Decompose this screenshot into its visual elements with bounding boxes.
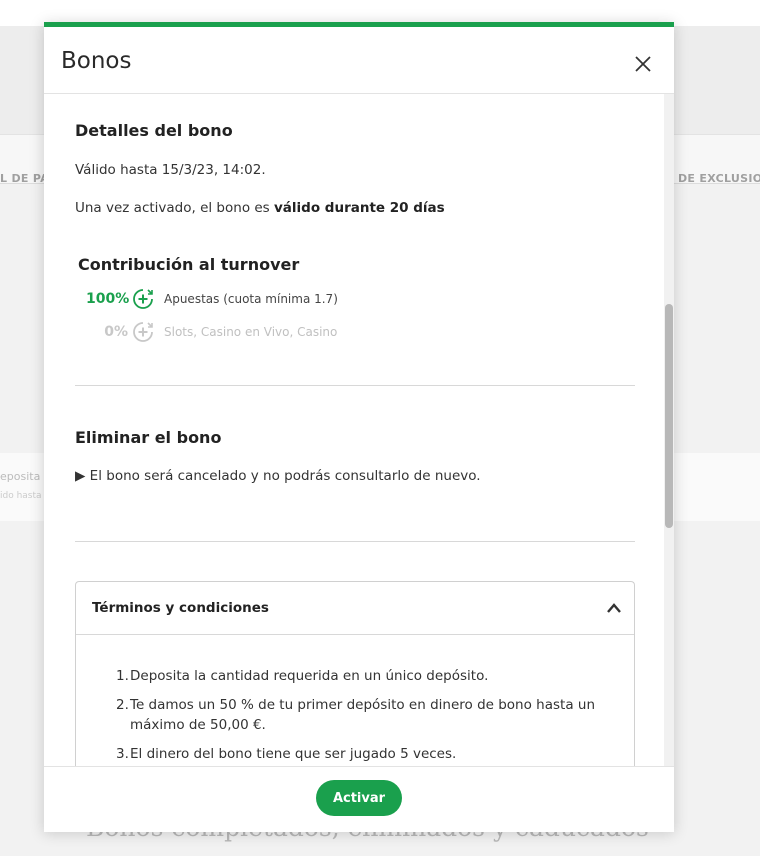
plus-circle-arrow-icon (133, 322, 153, 342)
terms-item-number: 2. (116, 697, 129, 713)
turnover-row-casino: 0% Slots, Casino en Vivo, Casino (86, 321, 337, 343)
activation-duration: válido durante 20 días (274, 200, 445, 216)
turnover-percent: 100% (86, 291, 130, 307)
terms-item: 3. El dinero del bono tiene que ser juga… (116, 744, 616, 764)
details-heading: Detalles del bono (75, 121, 233, 140)
chevron-up-icon (607, 603, 621, 613)
activation-prefix: Una vez activado, el bono es (75, 200, 274, 216)
bonus-modal: Bonos Detalles del bono Válido hasta 15/… (44, 22, 674, 832)
scrollbar-thumb[interactable] (665, 304, 673, 528)
modal-body: Detalles del bono Válido hasta 15/3/23, … (44, 94, 674, 766)
close-button[interactable] (632, 53, 654, 75)
section-divider (75, 541, 635, 542)
modal-title: Bonos (61, 48, 132, 74)
background-tab-right: DE EXCLUSIO (678, 172, 760, 185)
terms-accordion-header[interactable]: Términos y condiciones (76, 582, 634, 635)
terms-item: 2. Te damos un 50 % de tu primer depósit… (116, 695, 616, 735)
terms-list: 1. Deposita la cantidad requerida en un … (116, 666, 616, 766)
terms-item-text: Te damos un 50 % de tu primer depósito e… (130, 697, 595, 733)
modal-header: Bonos (44, 27, 674, 94)
plus-circle-arrow-icon (133, 289, 153, 309)
terms-item-number: 3. (116, 746, 129, 762)
terms-item-number: 1. (116, 668, 129, 684)
turnover-row-sports: 100% Apuestas (cuota mínima 1.7) (86, 288, 338, 310)
remove-bonus-toggle[interactable]: ▶ El bono será cancelado y no podrás con… (75, 468, 481, 484)
valid-until-text: Válido hasta 15/3/23, 14:02. (75, 162, 266, 178)
terms-item-text: Deposita la cantidad requerida en un úni… (130, 668, 489, 684)
section-divider (75, 385, 635, 386)
close-icon (635, 56, 651, 72)
turnover-heading: Contribución al turnover (78, 255, 300, 274)
turnover-percent: 0% (104, 324, 128, 340)
modal-footer: Activar (44, 766, 674, 832)
activation-validity-text: Una vez activado, el bono es válido dura… (75, 200, 445, 216)
terms-accordion: Términos y condiciones 1. Deposita la ca… (75, 581, 635, 766)
terms-item: 1. Deposita la cantidad requerida en un … (116, 666, 616, 686)
background-card-subtitle: ido hasta (0, 491, 42, 501)
terms-item-text: El dinero del bono tiene que ser jugado … (130, 746, 457, 762)
turnover-label: Apuestas (cuota mínima 1.7) (164, 292, 338, 306)
activate-button[interactable]: Activar (316, 780, 402, 816)
remove-bonus-heading: Eliminar el bono (75, 428, 222, 447)
terms-title: Términos y condiciones (92, 600, 269, 616)
background-tab-left: L DE PA (0, 172, 49, 185)
turnover-label: Slots, Casino en Vivo, Casino (164, 325, 338, 339)
